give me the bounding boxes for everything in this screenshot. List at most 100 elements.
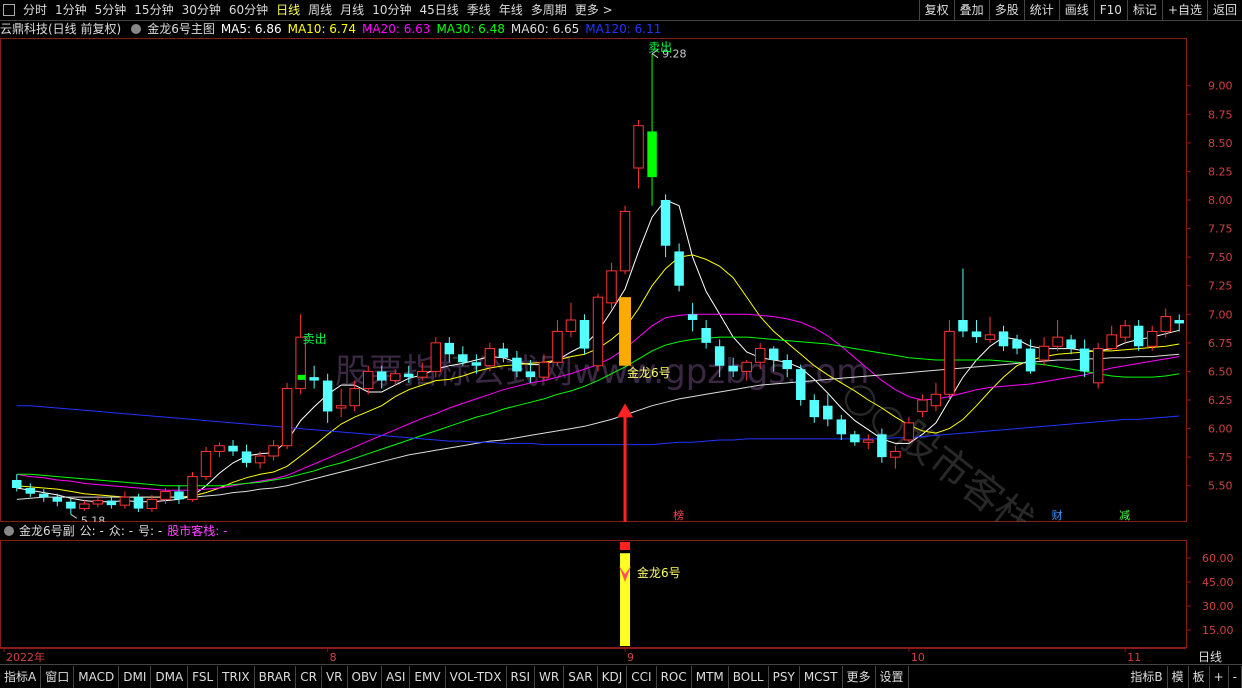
tab-period-0[interactable]: 分时 bbox=[19, 0, 51, 20]
candle-body-down bbox=[809, 400, 820, 418]
period-toolbar: 分时 1分钟 5分钟 15分钟 30分钟 60分钟 日线 周线 月线 10分钟 45日线 季线 年线 多周… bbox=[0, 0, 1242, 21]
tab-period-11[interactable]: 季线 bbox=[463, 0, 495, 20]
candle-body-down bbox=[458, 354, 468, 363]
candle-body-down bbox=[66, 501, 76, 509]
tab-period-3[interactable]: 15分钟 bbox=[130, 0, 177, 20]
candle-body-down bbox=[471, 362, 482, 366]
indicator-tab-11[interactable]: ASI bbox=[382, 665, 411, 688]
candle-body-up bbox=[349, 388, 360, 407]
tab-period-2[interactable]: 5分钟 bbox=[91, 0, 131, 20]
candle-body-up bbox=[79, 503, 90, 510]
indicator-chart[interactable]: 60.00 45.00 30.00 15.00 金龙6号 bbox=[0, 540, 1242, 648]
ma-legend-ma120: MA120: 6.11 bbox=[585, 22, 662, 36]
event-tag[interactable]: 减 bbox=[1119, 509, 1130, 522]
main-indicator-name[interactable]: 金龙6号主图 bbox=[147, 20, 215, 38]
candle-body-down bbox=[512, 357, 522, 372]
indicator-tab-0[interactable]: 指标A bbox=[0, 665, 42, 688]
toolbar-button-6[interactable]: 标记 bbox=[1126, 0, 1162, 20]
indicator-tab-3[interactable]: DMI bbox=[119, 665, 152, 688]
toolbar-button-3[interactable]: 统计 bbox=[1023, 0, 1059, 20]
tab-period-6[interactable]: 日线 bbox=[272, 0, 304, 20]
date-label: 11 bbox=[1127, 651, 1141, 664]
indicator-tab-4[interactable]: DMA bbox=[151, 665, 189, 688]
indicator-tab-18[interactable]: CCI bbox=[627, 665, 657, 688]
candle-body-down bbox=[701, 328, 711, 343]
indicator-tab-17[interactable]: KDJ bbox=[598, 665, 628, 688]
date-label: 10 bbox=[911, 651, 925, 664]
candle-body-down bbox=[1012, 339, 1022, 349]
toolbar-button-2[interactable]: 多股 bbox=[988, 0, 1024, 20]
indicator-tab-16[interactable]: SAR bbox=[564, 665, 598, 688]
price-tick-label: 8.25 bbox=[1208, 165, 1233, 178]
toolbar-button-7[interactable]: +自选 bbox=[1161, 0, 1207, 20]
window-square-icon[interactable] bbox=[3, 4, 15, 16]
indicator-tab-22[interactable]: PSY bbox=[769, 665, 800, 688]
candle-body-up bbox=[430, 342, 442, 372]
candle-body-down bbox=[768, 348, 779, 360]
candle-body-down bbox=[728, 365, 738, 372]
tab-period-12[interactable]: 年线 bbox=[495, 0, 527, 20]
candle-body-down bbox=[823, 405, 833, 420]
bottom-right-button-1[interactable]: 模 bbox=[1168, 665, 1189, 688]
indicator-tab-19[interactable]: ROC bbox=[657, 665, 692, 688]
toolbar-button-4[interactable]: 画线 bbox=[1058, 0, 1094, 20]
candle-body-down bbox=[687, 314, 698, 320]
tab-period-13[interactable]: 多周期 bbox=[527, 0, 571, 20]
low-label: 5.18 bbox=[81, 514, 106, 522]
candle-body-up bbox=[417, 370, 428, 378]
tab-period-10[interactable]: 45日线 bbox=[415, 0, 462, 20]
candle-body-down bbox=[850, 434, 860, 443]
sub-field-3: 号: - bbox=[138, 524, 163, 538]
indicator-tab-9[interactable]: VR bbox=[322, 665, 348, 688]
indicator-tab-23[interactable]: MCST bbox=[800, 665, 843, 688]
toolbar-button-0[interactable]: 复权 bbox=[918, 0, 954, 20]
sub-indicator-dropdown-icon[interactable] bbox=[4, 526, 14, 536]
candle-body-up bbox=[160, 490, 171, 500]
sub-indicator-title[interactable]: 金龙6号副 bbox=[19, 522, 75, 540]
tab-period-1[interactable]: 1分钟 bbox=[51, 0, 91, 20]
price-tick-label: 6.50 bbox=[1208, 365, 1233, 378]
toolbar-button-1[interactable]: 叠加 bbox=[953, 0, 989, 20]
tab-period-7[interactable]: 周线 bbox=[304, 0, 336, 20]
indicator-tab-8[interactable]: CR bbox=[296, 665, 322, 688]
indicator-tab-21[interactable]: BOLL bbox=[729, 665, 769, 688]
tab-period-8[interactable]: 月线 bbox=[336, 0, 368, 20]
price-chart[interactable]: 股票指标公式网www.gpzbgs.com○○股市客栈9.008.758.508… bbox=[0, 38, 1242, 522]
price-tick-label: 5.50 bbox=[1208, 480, 1233, 493]
event-tag[interactable]: 榜 bbox=[673, 508, 684, 522]
tab-period-9[interactable]: 10分钟 bbox=[368, 0, 415, 20]
indicator-tab-25[interactable]: 设置 bbox=[876, 665, 909, 688]
price-tick-label: 7.75 bbox=[1208, 223, 1233, 236]
tab-period-14[interactable]: 更多 > bbox=[571, 0, 617, 20]
indicator-tab-12[interactable]: EMV bbox=[410, 665, 446, 688]
tab-period-4[interactable]: 30分钟 bbox=[178, 0, 225, 20]
candle-body-down bbox=[309, 377, 319, 381]
candle-body-down bbox=[174, 491, 184, 500]
bottom-right-button-4[interactable]: - bbox=[1229, 665, 1242, 688]
toolbar-button-8[interactable]: 返回 bbox=[1206, 0, 1242, 20]
indicator-tab-20[interactable]: MTM bbox=[692, 665, 729, 688]
tab-period-5[interactable]: 60分钟 bbox=[225, 0, 272, 20]
event-tag[interactable]: 财 bbox=[1052, 508, 1063, 522]
bottom-right-button-2[interactable]: 板 bbox=[1189, 665, 1210, 688]
indicator-tab-13[interactable]: VOL-TDX bbox=[446, 665, 507, 688]
indicator-tab-14[interactable]: RSI bbox=[507, 665, 536, 688]
bottom-right-button-0[interactable]: 指标B bbox=[1126, 665, 1168, 688]
indicator-tab-2[interactable]: MACD bbox=[74, 665, 120, 688]
indicator-tab-5[interactable]: FSL bbox=[188, 665, 219, 688]
indicator-tab-6[interactable]: TRIX bbox=[218, 665, 255, 688]
indicator-tab-10[interactable]: OBV bbox=[348, 665, 383, 688]
candle-body-up bbox=[552, 330, 563, 363]
indicator-tab-1[interactable]: 窗口 bbox=[41, 665, 75, 688]
candle-body-down bbox=[877, 434, 887, 458]
indicator-dropdown-icon[interactable] bbox=[131, 24, 142, 34]
indicator-tab-15[interactable]: WR bbox=[535, 665, 565, 688]
indicator-tab-7[interactable]: BRAR bbox=[255, 665, 297, 688]
price-tick-label: 7.50 bbox=[1208, 251, 1233, 264]
indicator-tab-24[interactable]: 更多 bbox=[843, 665, 876, 688]
candle-body-up bbox=[538, 361, 550, 378]
candle-body-down bbox=[1174, 320, 1184, 324]
candle-body-up bbox=[1092, 348, 1104, 384]
bottom-right-button-3[interactable]: + bbox=[1210, 665, 1229, 688]
toolbar-button-5[interactable]: F10 bbox=[1093, 0, 1127, 20]
